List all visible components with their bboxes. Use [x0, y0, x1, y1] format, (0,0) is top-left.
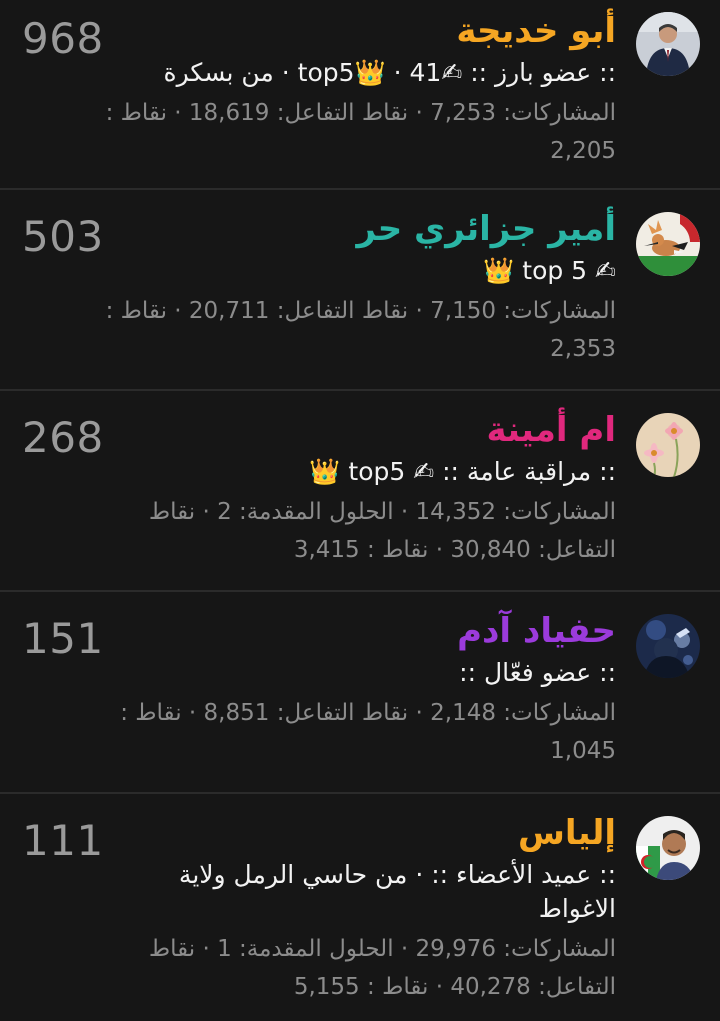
member-name[interactable]: إلياس [96, 808, 616, 858]
pink-flowers-avatar[interactable] [636, 413, 700, 477]
list-item[interactable]: 503 أمير جزائري حر ✍ top 5 👑 المشاركات: … [0, 190, 720, 391]
reaction-count: 111 [22, 816, 104, 865]
member-name[interactable]: حفياد آدم [96, 606, 616, 656]
reaction-count: 268 [22, 413, 104, 462]
member-list: 968 أبو خديجة :: عضو بارز :: ✍top5👑 · 41… [0, 0, 720, 1019]
member-stats: المشاركات: 7,253 · نقاط التفاعل: 18,619 … [105, 100, 616, 164]
member-info: ام أمينة :: مراقبة عامة :: ✍ top5 👑 المش… [96, 405, 616, 569]
list-item[interactable]: 111 إلياس :: عميد الأعضاء :: · من حاسي ا… [0, 794, 720, 1019]
member-info: أمير جزائري حر ✍ top 5 👑 المشاركات: 7,15… [96, 204, 616, 368]
member-title: :: مراقبة عامة :: ✍ top5 👑 [309, 457, 616, 486]
member-stats: المشاركات: 29,976 · الحلول المقدمة: 1 · … [148, 936, 616, 1000]
member-info: أبو خديجة :: عضو بارز :: ✍top5👑 · 41 · م… [96, 6, 616, 170]
man-with-flag-avatar[interactable] [636, 816, 700, 880]
member-name[interactable]: ام أمينة [96, 405, 617, 455]
member-stats: المشاركات: 2,148 · نقاط التفاعل: 8,851 ·… [120, 700, 616, 764]
reaction-count: 968 [22, 14, 104, 63]
member-info: إلياس :: عميد الأعضاء :: · من حاسي الرمل… [96, 808, 616, 1006]
list-item[interactable]: 968 أبو خديجة :: عضو بارز :: ✍top5👑 · 41… [0, 0, 720, 190]
reaction-count: 151 [22, 614, 104, 663]
member-name[interactable]: أبو خديجة [96, 6, 616, 56]
member-name[interactable]: أمير جزائري حر [96, 204, 616, 254]
member-stats: المشاركات: 7,150 · نقاط التفاعل: 20,711 … [105, 298, 616, 362]
list-item[interactable]: 268 ام أمينة :: مراقبة عامة:: ✍ top5 👑 … [0, 391, 720, 592]
member-title: :: عضو فعّال :: [459, 658, 616, 687]
member-title: :: عضو بارز :: ✍top5👑 · 41 · من بسكرة [163, 58, 617, 87]
dark-portrait-avatar[interactable] [636, 614, 700, 678]
list-item[interactable]: 151 حفياد آدم :: عضو فعّال :: المشاركات:… [0, 592, 720, 794]
member-info: حفياد آدم :: عضو فعّال :: المشاركات: 2,1… [96, 606, 616, 770]
reaction-count: 503 [22, 212, 104, 261]
man-in-suit-avatar[interactable] [636, 12, 700, 76]
member-title: :: عميد الأعضاء :: · من حاسي الرمل ولاية… [178, 860, 616, 923]
hoopoe-bird-avatar[interactable] [636, 212, 700, 276]
member-title: ✍ top 5 👑 [483, 256, 616, 285]
member-stats: المشاركات: 14,352 · الحلول المقدمة: 2 · … [148, 499, 616, 563]
